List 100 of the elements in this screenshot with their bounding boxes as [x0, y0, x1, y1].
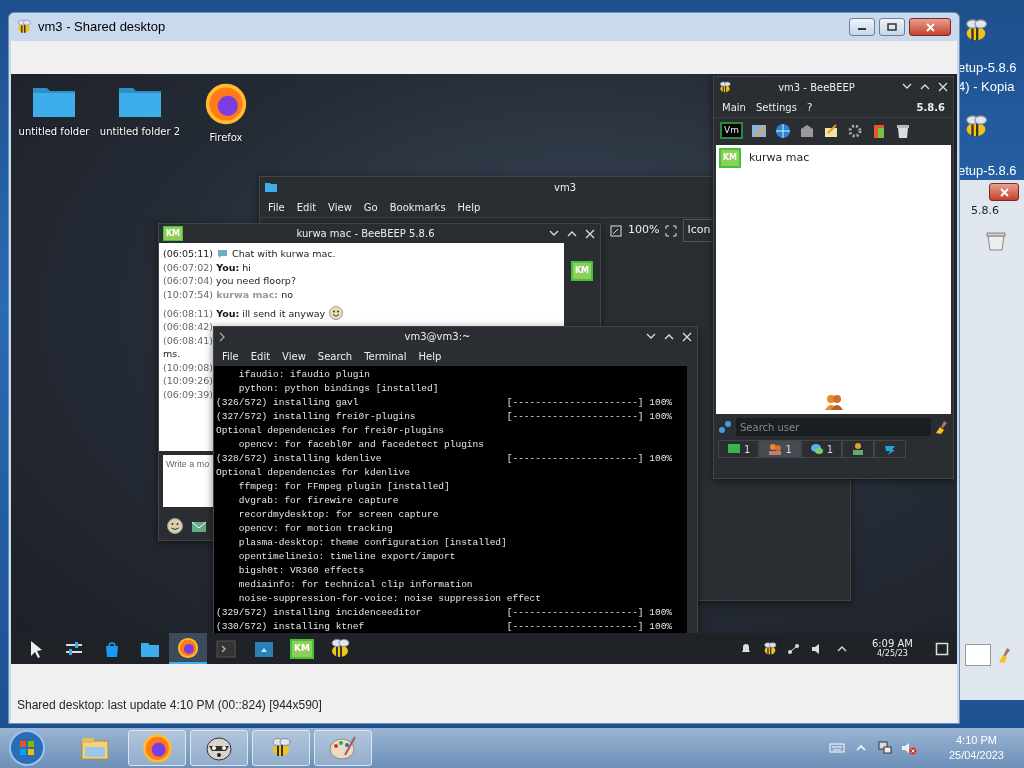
status-text: Shared desktop: last update 4:10 PM (00::824) [944x590] — [17, 697, 322, 714]
account-button[interactable]: Vm — [720, 121, 743, 140]
terminal-line: dvgrab: for firewire capture — [237, 494, 400, 509]
close-icon[interactable] — [584, 227, 596, 240]
terminal-line: opentimelineio: timeline export/import — [237, 550, 457, 565]
window-title: vm3@vm3:~ — [403, 330, 472, 345]
search-field[interactable]: Search user — [736, 418, 931, 436]
menu-item[interactable]: File — [222, 349, 239, 365]
avatar: KM — [571, 261, 593, 282]
terminal-line: Optional dependencies for kdenlive — [216, 466, 411, 481]
chat-bubble-icon — [217, 249, 229, 260]
chat-message: ms. — [163, 347, 181, 361]
menu-item[interactable]: View — [282, 349, 306, 365]
window-title: vm3 - Shared desktop — [38, 18, 167, 37]
terminal-line: plasma-desktop: theme configuration [installed] — [237, 536, 508, 551]
file-label: etup-5.8.6 — [958, 59, 1017, 77]
start-icon[interactable] — [8, 729, 46, 767]
avatar: KM — [290, 638, 314, 659]
taskbar-button[interactable] — [190, 730, 248, 766]
window-title: vm3 — [553, 180, 577, 195]
maximize-icon — [887, 23, 897, 31]
clock-time[interactable]: 6:09 AM — [871, 638, 913, 649]
close-button[interactable] — [909, 18, 951, 36]
terminal-line: (326/572) installing gavl [----------------------] 100% — [216, 396, 674, 411]
menu-item[interactable]: Settings — [755, 99, 797, 115]
terminal-line: (329/572) installing incidenceeditor [----------------------] 100% — [216, 606, 674, 621]
tab[interactable] — [842, 440, 875, 458]
timestamp: (06:05:11) — [163, 247, 214, 261]
clock-date[interactable]: 4/25/23 — [871, 648, 913, 659]
menu-item[interactable]: Main — [722, 99, 746, 115]
chat-message: (10:09:08) — [163, 360, 214, 375]
firefox-icon — [177, 636, 199, 659]
resize-icon[interactable] — [610, 224, 622, 237]
zoom-label: 100% — [628, 222, 660, 239]
terminal-line: mediainfo: for technical clip information — [237, 578, 474, 593]
speaker-muted-icon[interactable] — [900, 740, 917, 756]
bee-icon — [269, 737, 293, 759]
message-input[interactable]: Write a mo — [163, 454, 215, 507]
brush-icon — [997, 646, 1013, 664]
smiley-icon — [329, 306, 344, 321]
close-button[interactable] — [989, 183, 1019, 201]
user-name[interactable]: kurwa mac — [749, 149, 810, 167]
maximize-button[interactable] — [879, 18, 905, 36]
icon-label[interactable]: Firefox — [209, 130, 243, 145]
tab[interactable]: 1 — [800, 440, 843, 458]
menu-item[interactable]: File — [268, 199, 285, 215]
brush-icon[interactable] — [935, 420, 949, 434]
firefox-icon — [141, 732, 173, 764]
taskbar-button[interactable] — [128, 730, 186, 766]
terminal-line: noise-suppression-for-voice: noise suppression effect — [237, 592, 542, 607]
tab[interactable]: 1 — [718, 440, 760, 458]
bee-icon — [718, 80, 732, 94]
terminal-line: python: python bindings [installed] — [237, 382, 440, 397]
menu-item[interactable]: Bookmarks — [389, 199, 446, 215]
gear-icon[interactable] — [846, 122, 863, 139]
smiley-icon[interactable] — [167, 518, 183, 534]
bee-icon[interactable] — [761, 640, 778, 657]
menu-item[interactable]: Edit — [250, 349, 271, 365]
icon-label[interactable]: untitled folder 2 — [99, 124, 181, 139]
computer-icon — [727, 442, 741, 456]
terminal-line: Optional dependencies for frei0r-plugins — [216, 424, 446, 439]
avatar: KM — [719, 148, 741, 168]
firefox-icon[interactable] — [204, 82, 248, 126]
chat-message: (06:08:42) — [163, 320, 214, 334]
menu-item[interactable]: View — [328, 199, 352, 215]
minimize-button[interactable] — [849, 18, 875, 36]
close-icon — [925, 22, 935, 32]
menu-item[interactable]: Terminal — [364, 349, 407, 365]
terminal-line: bigsh0t: VR360 effects — [237, 564, 366, 579]
chat-bubble-icon — [809, 442, 824, 456]
terminal-line: recordmydesktop: for screen capture — [237, 508, 440, 523]
close-icon[interactable] — [937, 81, 949, 93]
globe-icon[interactable] — [774, 122, 791, 139]
trash-icon[interactable] — [894, 122, 911, 139]
terminal-line: ifaudio: ifaudio plugin — [237, 368, 371, 383]
terminal-line: opencv: for motion tracking — [237, 522, 394, 537]
desktop-icon[interactable] — [935, 641, 949, 656]
tab[interactable] — [874, 440, 907, 458]
icon-label[interactable]: untitled folder — [18, 124, 90, 139]
avatar: KM — [163, 226, 183, 242]
window-title: kurwa mac - BeeBEEP 5.8.6 — [295, 227, 436, 242]
window-title: vm3 - BeeBEEP — [777, 80, 856, 95]
chat-message: (10:07:54) kurwa mac: no — [163, 287, 293, 302]
menu-item[interactable]: Search — [317, 349, 353, 365]
menu-item[interactable]: Help — [418, 349, 442, 365]
users-icon — [823, 393, 844, 411]
fit-icon[interactable] — [665, 224, 678, 237]
menu-item[interactable]: Edit — [296, 199, 317, 215]
version-label: 5.8.6 — [916, 100, 945, 115]
chat-message: (06:07:02) You: hi — [163, 260, 251, 275]
menu-item[interactable]: Go — [363, 199, 378, 215]
menu-item[interactable]: ? — [806, 99, 813, 115]
network-icon[interactable] — [876, 740, 893, 756]
input-field[interactable] — [965, 644, 991, 666]
version-label: 5.8.6 — [971, 203, 999, 219]
chat-message: (06:08:41) — [163, 333, 214, 348]
close-icon[interactable] — [681, 330, 693, 343]
tab[interactable]: 1 — [759, 440, 801, 458]
edit-icon[interactable] — [750, 122, 767, 139]
menu-item[interactable]: Help — [457, 199, 481, 215]
